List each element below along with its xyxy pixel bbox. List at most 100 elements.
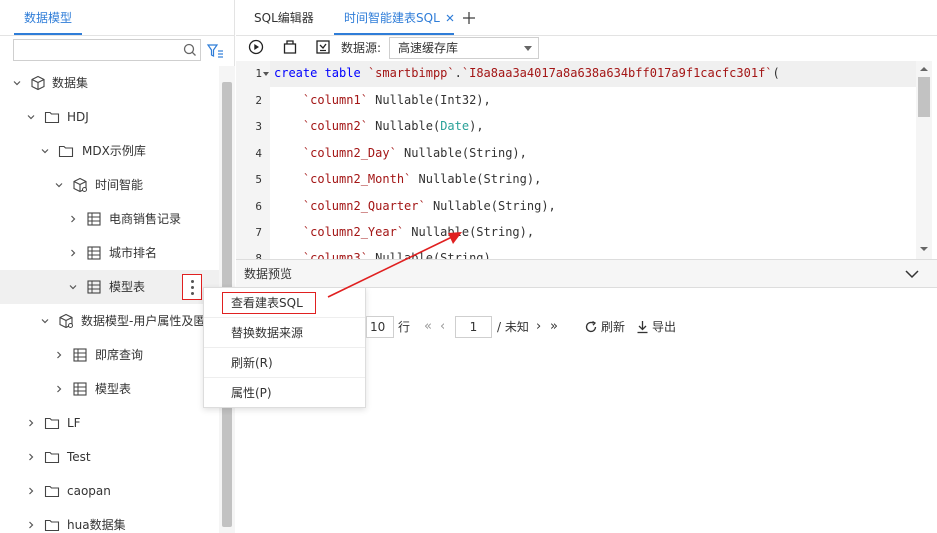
line-number: 4 bbox=[255, 147, 262, 160]
folder-icon bbox=[44, 111, 60, 124]
code-line-2: `column1` Nullable(Int32), bbox=[302, 93, 491, 107]
filter-icon[interactable] bbox=[206, 42, 224, 60]
tree-item-label: 模型表 bbox=[109, 280, 146, 294]
page-size-unit: 行 bbox=[398, 320, 411, 334]
chevron-right-icon[interactable] bbox=[26, 418, 36, 428]
line-number: 2 bbox=[255, 94, 262, 107]
datasource-select[interactable]: 高速缓存库 bbox=[389, 37, 539, 59]
chevron-down-icon[interactable] bbox=[904, 267, 920, 281]
format-sql-icon[interactable] bbox=[315, 39, 331, 55]
tree-item-label: 数据集 bbox=[52, 76, 89, 90]
menu-item-properties[interactable]: 属性(P) bbox=[204, 378, 365, 408]
code-line-7: `column2_Year` Nullable(String), bbox=[302, 225, 535, 239]
tab-data-model[interactable]: 数据模型 bbox=[14, 0, 82, 36]
chevron-right-icon[interactable] bbox=[54, 350, 64, 360]
add-tab-icon[interactable] bbox=[462, 11, 476, 25]
run-icon[interactable] bbox=[248, 39, 264, 55]
code-line-1: create table `smartbimpp`.`I8a8aa3a4017a… bbox=[274, 66, 780, 80]
tree-item[interactable]: LF bbox=[0, 406, 219, 440]
tree-item[interactable]: 数据模型-用户属性及匿 bbox=[0, 304, 219, 338]
chevron-right-icon[interactable] bbox=[68, 248, 78, 258]
editor-scrollbar-thumb[interactable] bbox=[918, 77, 930, 117]
chevron-down-icon[interactable] bbox=[54, 180, 64, 190]
tree-item-label: Test bbox=[67, 450, 91, 464]
last-page-icon[interactable]: » bbox=[550, 314, 558, 340]
first-page-icon[interactable]: « bbox=[424, 314, 432, 340]
tree-item-label: 城市排名 bbox=[109, 246, 158, 260]
refresh-label: 刷新 bbox=[601, 320, 626, 334]
tab-create-sql[interactable]: 时间智能建表SQL bbox=[344, 0, 440, 36]
tree-item[interactable]: 即席查询 bbox=[0, 338, 219, 372]
table-icon bbox=[87, 246, 101, 260]
next-page-icon[interactable]: › bbox=[536, 314, 541, 340]
datasource-value: 高速缓存库 bbox=[398, 41, 459, 55]
more-options-button[interactable] bbox=[182, 274, 202, 300]
tree-item-label: MDX示例库 bbox=[82, 144, 146, 158]
table-icon bbox=[87, 212, 101, 226]
data-preview-header[interactable]: 数据预览 bbox=[236, 259, 937, 288]
scroll-up-icon[interactable] bbox=[920, 66, 928, 72]
tree-item[interactable]: 数据集 bbox=[0, 66, 219, 100]
tree-item[interactable]: 电商销售记录 bbox=[0, 202, 219, 236]
chevron-down-icon[interactable] bbox=[26, 112, 36, 122]
line-number: 1 bbox=[255, 67, 262, 80]
line-number: 6 bbox=[255, 200, 262, 213]
table-icon bbox=[73, 382, 87, 396]
tree-item-label: 数据模型-用户属性及匿 bbox=[81, 314, 206, 328]
tree-item[interactable]: hua数据集 bbox=[0, 508, 219, 533]
datasource-label: 数据源: bbox=[341, 41, 382, 55]
scroll-down-icon[interactable] bbox=[920, 246, 928, 252]
chevron-down-icon[interactable] bbox=[40, 146, 50, 156]
chevron-right-icon[interactable] bbox=[26, 486, 36, 496]
tree-item[interactable]: MDX示例库 bbox=[0, 134, 219, 168]
code-line-8: `column3` Nullable(String), bbox=[302, 251, 498, 259]
page-total: / 未知 bbox=[497, 320, 529, 334]
chevron-right-icon[interactable] bbox=[26, 452, 36, 462]
chevron-right-icon[interactable] bbox=[26, 520, 36, 530]
chevron-down-icon[interactable] bbox=[12, 78, 22, 88]
folder-icon bbox=[44, 417, 60, 430]
menu-item-refresh[interactable]: 刷新(R) bbox=[204, 348, 365, 378]
tree-item-label: LF bbox=[67, 416, 81, 430]
tree-item-label: caopan bbox=[67, 484, 111, 498]
chevron-down-icon[interactable] bbox=[40, 316, 50, 326]
tree-item-label: 即席查询 bbox=[95, 348, 144, 362]
search-icon[interactable] bbox=[182, 42, 198, 58]
table-icon bbox=[73, 348, 87, 362]
refresh-button[interactable]: 刷新 bbox=[584, 314, 625, 340]
page-size-input[interactable]: 10 bbox=[366, 316, 394, 338]
tree-item[interactable]: HDJ bbox=[0, 100, 219, 134]
line-number-gutter: 1 2 3 4 5 6 7 8 bbox=[236, 61, 270, 259]
tree-item[interactable]: 模型表 bbox=[0, 372, 219, 406]
close-icon[interactable] bbox=[444, 12, 456, 24]
page-number-input[interactable]: 1 bbox=[455, 316, 492, 338]
tab-sql-editor[interactable]: SQL编辑器 bbox=[254, 0, 314, 36]
editor-tabbar: SQL编辑器 时间智能建表SQL bbox=[236, 0, 937, 36]
menu-item-highlight-box bbox=[222, 292, 316, 314]
tree-item[interactable]: Test bbox=[0, 440, 219, 474]
cube-icon bbox=[31, 75, 45, 91]
export-button[interactable]: 导出 bbox=[636, 314, 676, 340]
chevron-right-icon[interactable] bbox=[54, 384, 64, 394]
code-line-4: `column2_Day` Nullable(String), bbox=[302, 146, 527, 160]
search-input[interactable] bbox=[14, 40, 179, 60]
tree-item[interactable]: 时间智能 bbox=[0, 168, 219, 202]
export-label: 导出 bbox=[652, 320, 677, 334]
tree-item-label: 时间智能 bbox=[95, 178, 144, 192]
chevron-down-icon bbox=[524, 46, 532, 51]
folder-icon bbox=[44, 485, 60, 498]
tree-item[interactable]: caopan bbox=[0, 474, 219, 508]
folder-icon bbox=[44, 451, 60, 464]
fold-chevron-icon[interactable] bbox=[263, 71, 269, 77]
chevron-right-icon[interactable] bbox=[68, 214, 78, 224]
tree-item-label: hua数据集 bbox=[67, 518, 126, 532]
sql-code-editor[interactable]: 1 2 3 4 5 6 7 8 create table `smartbimpp… bbox=[236, 61, 937, 259]
code-line-3: `column2` Nullable(Date), bbox=[302, 119, 484, 133]
download-icon bbox=[637, 321, 648, 334]
save-icon[interactable] bbox=[282, 39, 298, 55]
left-tabbar: 数据模型 bbox=[0, 0, 235, 36]
chevron-down-icon[interactable] bbox=[68, 282, 78, 292]
prev-page-icon[interactable]: ‹ bbox=[440, 314, 445, 340]
tree-item[interactable]: 城市排名 bbox=[0, 236, 219, 270]
line-number: 8 bbox=[255, 252, 262, 259]
